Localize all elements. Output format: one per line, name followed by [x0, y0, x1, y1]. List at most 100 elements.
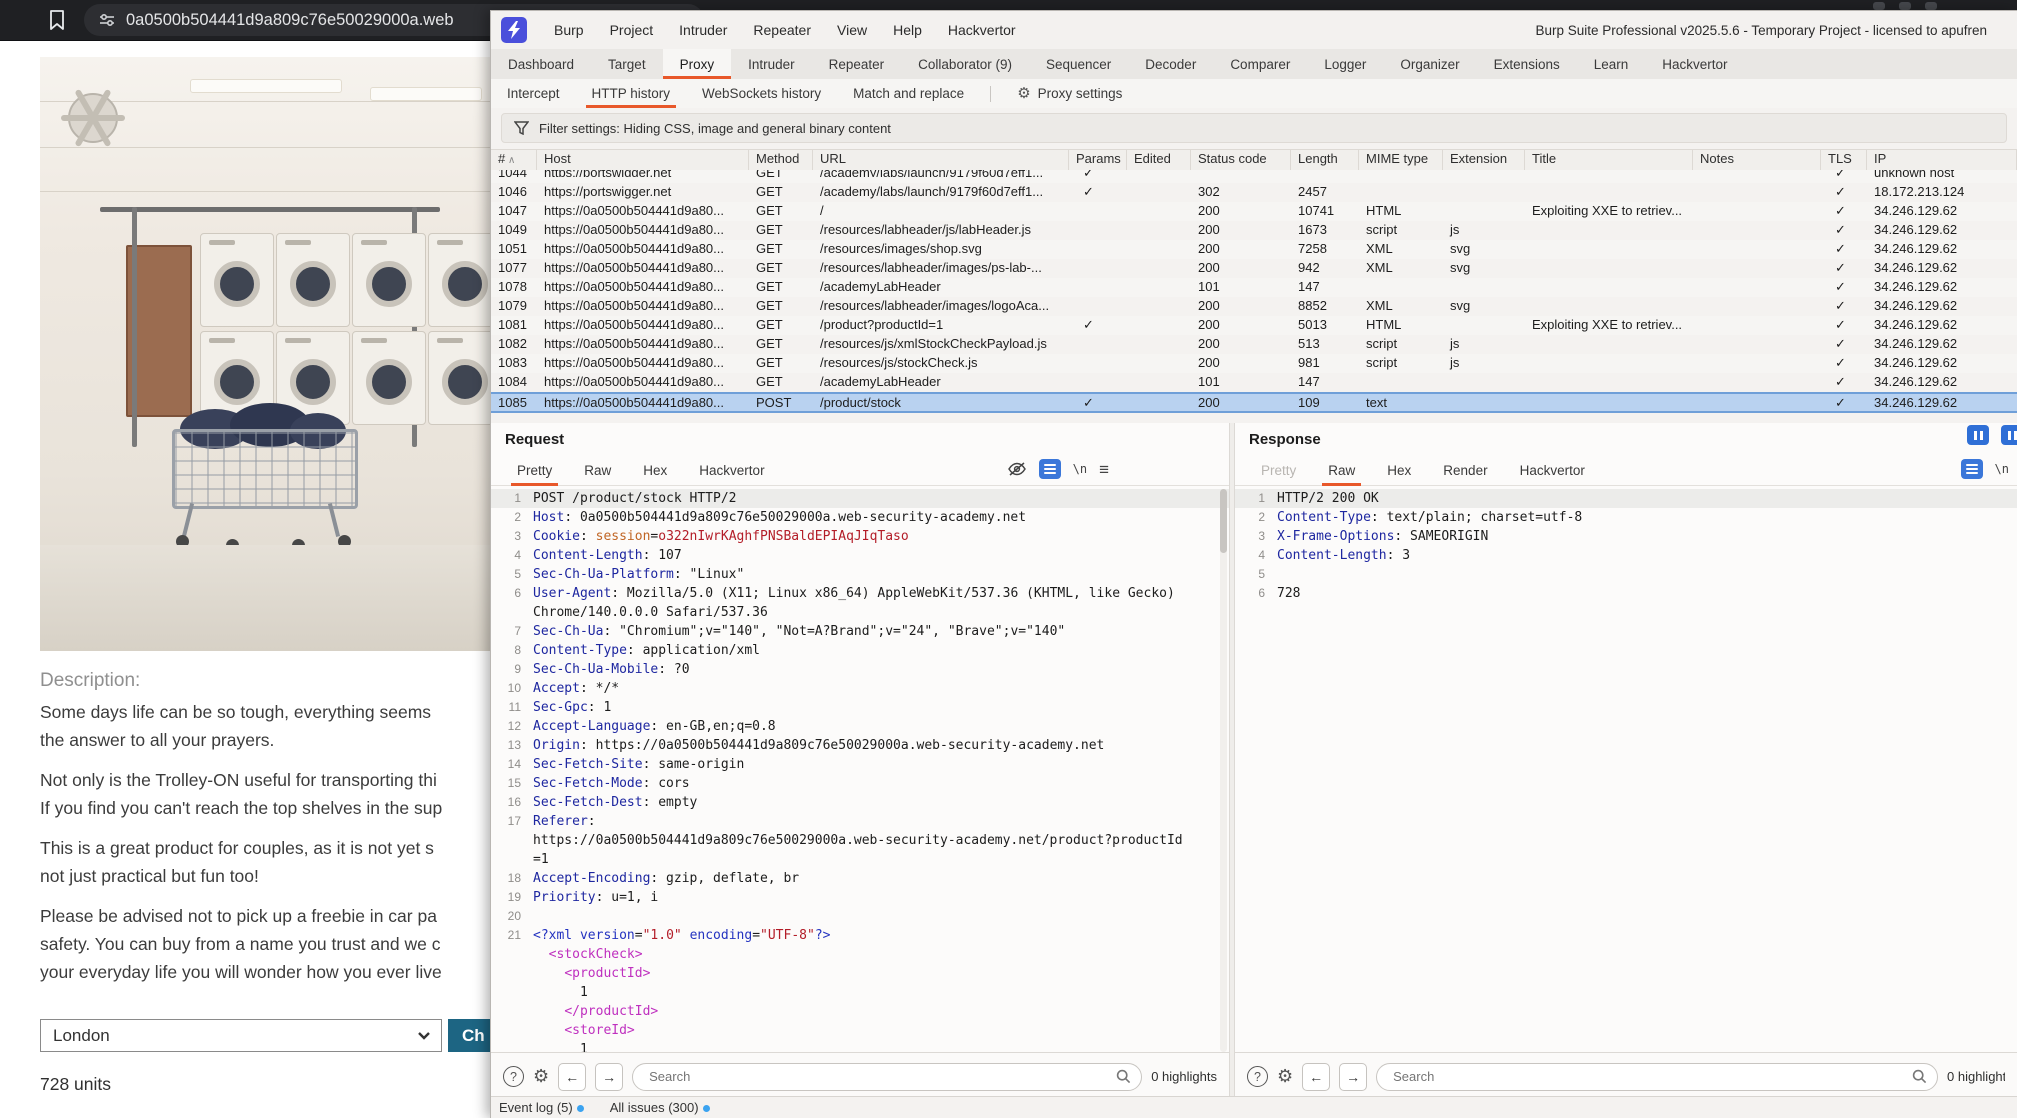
response-search-input[interactable] [1391, 1068, 1904, 1085]
request-tab-raw[interactable]: Raw [572, 455, 623, 485]
tab-logger[interactable]: Logger [1307, 49, 1383, 79]
newline-chars-toggle[interactable]: \n [1073, 462, 1087, 476]
response-tab-render[interactable]: Render [1431, 455, 1499, 485]
subtab-intercept[interactable]: Intercept [491, 79, 576, 108]
column-header-notes[interactable]: Notes [1693, 150, 1821, 170]
column-header-method[interactable]: Method [749, 150, 813, 170]
column-header-url[interactable]: URL [813, 150, 1069, 170]
tab-intruder[interactable]: Intruder [731, 49, 812, 79]
search-prev-button[interactable]: ← [558, 1063, 586, 1091]
menu-view[interactable]: View [824, 22, 880, 38]
search-settings-icon[interactable]: ⚙ [1277, 1068, 1293, 1086]
menu-hackvertor[interactable]: Hackvertor [935, 22, 1029, 38]
tab-decoder[interactable]: Decoder [1128, 49, 1213, 79]
tab-hackvertor[interactable]: Hackvertor [1645, 49, 1744, 79]
editor-menu-icon[interactable]: ≡ [1099, 461, 1109, 478]
address-url[interactable]: 0a0500b504441d9a809c76e50029000a.web [126, 11, 454, 30]
store-select[interactable]: London [40, 1019, 442, 1052]
history-row[interactable]: 1049https://0a0500b504441d9a80...GET/res… [491, 221, 2017, 240]
menu-burp[interactable]: Burp [541, 22, 597, 38]
tab-extensions[interactable]: Extensions [1477, 49, 1577, 79]
menu-intruder[interactable]: Intruder [666, 22, 740, 38]
tab-organizer[interactable]: Organizer [1383, 49, 1476, 79]
column-header-edited[interactable]: Edited [1127, 150, 1191, 170]
menu-help[interactable]: Help [880, 22, 935, 38]
event-log-button[interactable]: Event log (5) [499, 1100, 584, 1115]
all-issues-button[interactable]: All issues (300) [610, 1100, 710, 1115]
filter-settings-bar[interactable]: Filter settings: Hiding CSS, image and g… [501, 113, 2007, 143]
request-scrollbar[interactable] [1220, 489, 1227, 1052]
subtab-match-and-replace[interactable]: Match and replace [837, 79, 980, 108]
request-search-input[interactable] [647, 1068, 1108, 1085]
history-row[interactable]: 1078https://0a0500b504441d9a80...GET/aca… [491, 278, 2017, 297]
column-header-title[interactable]: Title [1525, 150, 1693, 170]
column-header-extension[interactable]: Extension [1443, 150, 1525, 170]
menu-repeater[interactable]: Repeater [740, 22, 824, 38]
cell-ext [1443, 183, 1525, 202]
column-header-mime-type[interactable]: MIME type [1359, 150, 1443, 170]
tab-comparer[interactable]: Comparer [1213, 49, 1307, 79]
column-header-tls[interactable]: TLS [1821, 150, 1867, 170]
tune-icon[interactable] [98, 11, 116, 29]
response-tab-hackvertor[interactable]: Hackvertor [1508, 455, 1597, 485]
tab-dashboard[interactable]: Dashboard [491, 49, 591, 79]
search-help-icon[interactable]: ? [503, 1066, 524, 1087]
search-next-button[interactable]: → [1339, 1063, 1367, 1091]
word-wrap-toggle[interactable] [1039, 459, 1061, 479]
history-row[interactable]: 1082https://0a0500b504441d9a80...GET/res… [491, 335, 2017, 354]
history-row[interactable]: 1046https://portswigger.netGET/academy/l… [491, 183, 2017, 202]
tab-sequencer[interactable]: Sequencer [1029, 49, 1128, 79]
request-tab-hackvertor[interactable]: Hackvertor [687, 455, 776, 485]
bookmark-icon[interactable] [46, 8, 68, 32]
cell-ext [1443, 170, 1525, 177]
cell-params [1069, 373, 1127, 392]
history-row[interactable]: 1047https://0a0500b504441d9a80...GET/200… [491, 202, 2017, 221]
response-editor[interactable]: 1HTTP/2 200 OK2Content-Type: text/plain;… [1235, 489, 2017, 1052]
subtab-websockets-history[interactable]: WebSockets history [686, 79, 837, 108]
subtab-http-history[interactable]: HTTP history [576, 79, 687, 108]
tab-learn[interactable]: Learn [1577, 49, 1646, 79]
tab-target[interactable]: Target [591, 49, 663, 79]
newline-chars-toggle[interactable]: \n [1995, 462, 2009, 476]
search-help-icon[interactable]: ? [1247, 1066, 1268, 1087]
word-wrap-toggle[interactable] [1961, 459, 1983, 479]
request-tab-hex[interactable]: Hex [631, 455, 679, 485]
tab-proxy[interactable]: Proxy [663, 49, 732, 79]
response-tab-pretty[interactable]: Pretty [1249, 455, 1308, 485]
response-tab-raw[interactable]: Raw [1316, 455, 1367, 485]
cell-ip: 18.172.213.124 [1867, 183, 2017, 202]
request-tab-pretty[interactable]: Pretty [505, 455, 564, 485]
column-header-ip[interactable]: IP [1867, 150, 2017, 170]
response-tab-hex[interactable]: Hex [1375, 455, 1423, 485]
history-row[interactable]: 1044https://portswigger.netGET/academy/l… [491, 170, 2017, 183]
response-line: 6728 [1235, 584, 2017, 603]
search-prev-button[interactable]: ← [1302, 1063, 1330, 1091]
clipped-toolbar-button[interactable] [2001, 425, 2017, 445]
menu-project[interactable]: Project [597, 22, 667, 38]
subtab-proxy-settings[interactable]: ⚙Proxy settings [1001, 79, 1138, 108]
column-header--[interactable]: # ∧ [491, 150, 537, 170]
history-row[interactable]: 1084https://0a0500b504441d9a80...GET/aca… [491, 373, 2017, 392]
history-row[interactable]: 1051https://0a0500b504441d9a80...GET/res… [491, 240, 2017, 259]
column-header-length[interactable]: Length [1291, 150, 1359, 170]
cell-ip: 34.246.129.62 [1867, 240, 2017, 259]
search-next-button[interactable]: → [595, 1063, 623, 1091]
window-title: Burp Suite Professional v2025.5.6 - Temp… [1536, 11, 1988, 49]
cell-tls: ✓ [1821, 183, 1867, 202]
column-header-status-code[interactable]: Status code [1191, 150, 1291, 170]
scroll-pause-button[interactable] [1967, 425, 1989, 445]
tab-repeater[interactable]: Repeater [812, 49, 902, 79]
request-editor[interactable]: 1POST /product/stock HTTP/22Host: 0a0500… [491, 489, 1229, 1052]
history-row[interactable]: 1085https://0a0500b504441d9a80...POST/pr… [491, 392, 2017, 413]
column-header-host[interactable]: Host [537, 150, 749, 170]
history-row[interactable]: 1077https://0a0500b504441d9a80...GET/res… [491, 259, 2017, 278]
column-header-params[interactable]: Params [1069, 150, 1127, 170]
history-row[interactable]: 1083https://0a0500b504441d9a80...GET/res… [491, 354, 2017, 373]
hide-icon[interactable] [1007, 461, 1027, 477]
history-row[interactable]: 1079https://0a0500b504441d9a80...GET/res… [491, 297, 2017, 316]
cell-status: 200 [1191, 335, 1291, 354]
store-select-value: London [53, 1026, 110, 1046]
tab-collaborator-9-[interactable]: Collaborator (9) [901, 49, 1029, 79]
search-settings-icon[interactable]: ⚙ [533, 1068, 549, 1086]
history-row[interactable]: 1081https://0a0500b504441d9a80...GET/pro… [491, 316, 2017, 335]
